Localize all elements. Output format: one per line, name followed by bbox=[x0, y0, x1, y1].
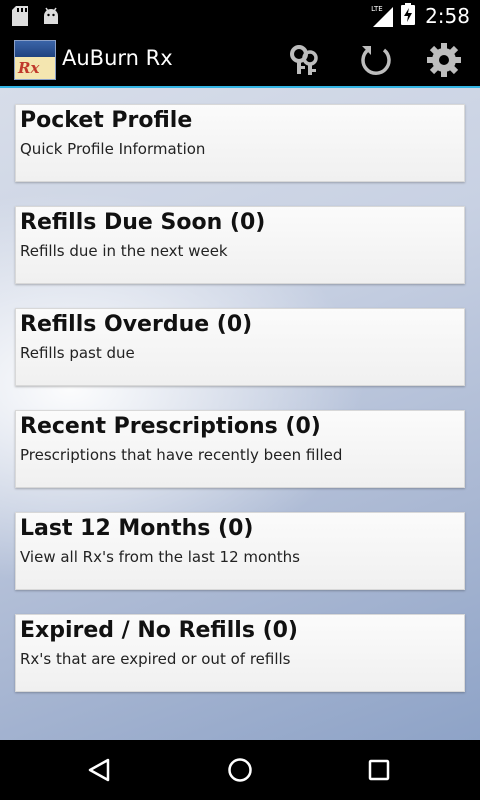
menu-item-last-12-months[interactable]: Last 12 Months (0) View all Rx's from th… bbox=[15, 512, 465, 590]
menu-item-title: Pocket Profile bbox=[20, 108, 193, 133]
menu-item-recent-prescriptions[interactable]: Recent Prescriptions (0) Prescriptions t… bbox=[15, 410, 465, 488]
menu-item-pocket-profile[interactable]: Pocket Profile Quick Profile Information bbox=[15, 104, 465, 182]
battery-charging-icon bbox=[401, 3, 416, 29]
status-left-icons bbox=[12, 6, 60, 30]
lte-signal-icon: LTE bbox=[371, 5, 395, 27]
menu-item-title: Refills Overdue (0) bbox=[20, 312, 253, 337]
navigation-bar bbox=[0, 740, 480, 800]
main-menu-list: Pocket Profile Quick Profile Information… bbox=[0, 88, 480, 740]
menu-item-subtitle: Refills due in the next week bbox=[20, 242, 228, 260]
menu-item-title: Last 12 Months (0) bbox=[20, 516, 254, 541]
menu-item-subtitle: Quick Profile Information bbox=[20, 140, 206, 158]
settings-gear-icon[interactable] bbox=[426, 42, 462, 78]
recents-icon[interactable] bbox=[361, 752, 397, 788]
menu-item-expired-no-refills[interactable]: Expired / No Refills (0) Rx's that are e… bbox=[15, 614, 465, 692]
menu-item-refills-overdue[interactable]: Refills Overdue (0) Refills past due bbox=[15, 308, 465, 386]
menu-item-refills-due-soon[interactable]: Refills Due Soon (0) Refills due in the … bbox=[15, 206, 465, 284]
keys-icon[interactable] bbox=[286, 42, 322, 78]
status-clock: 2:58 bbox=[425, 4, 470, 28]
menu-item-title: Expired / No Refills (0) bbox=[20, 618, 298, 643]
menu-item-subtitle: Refills past due bbox=[20, 344, 135, 362]
action-bar: Rx AuBurn Rx bbox=[0, 32, 480, 88]
home-icon[interactable] bbox=[222, 752, 258, 788]
status-right-icons: LTE 2:58 bbox=[371, 3, 470, 29]
menu-item-title: Refills Due Soon (0) bbox=[20, 210, 266, 235]
back-icon[interactable] bbox=[82, 752, 118, 788]
app-title: AuBurn Rx bbox=[62, 46, 173, 70]
app-logo[interactable]: Rx bbox=[14, 40, 56, 80]
menu-item-subtitle: Prescriptions that have recently been fi… bbox=[20, 446, 343, 464]
android-debug-icon bbox=[42, 6, 60, 30]
menu-item-title: Recent Prescriptions (0) bbox=[20, 414, 321, 439]
logo-rx-text: Rx bbox=[18, 59, 40, 77]
sd-card-icon bbox=[12, 6, 28, 30]
menu-item-subtitle: View all Rx's from the last 12 months bbox=[20, 548, 300, 566]
menu-item-subtitle: Rx's that are expired or out of refills bbox=[20, 650, 291, 668]
status-bar: LTE 2:58 bbox=[0, 0, 480, 32]
refresh-icon[interactable] bbox=[358, 42, 394, 78]
